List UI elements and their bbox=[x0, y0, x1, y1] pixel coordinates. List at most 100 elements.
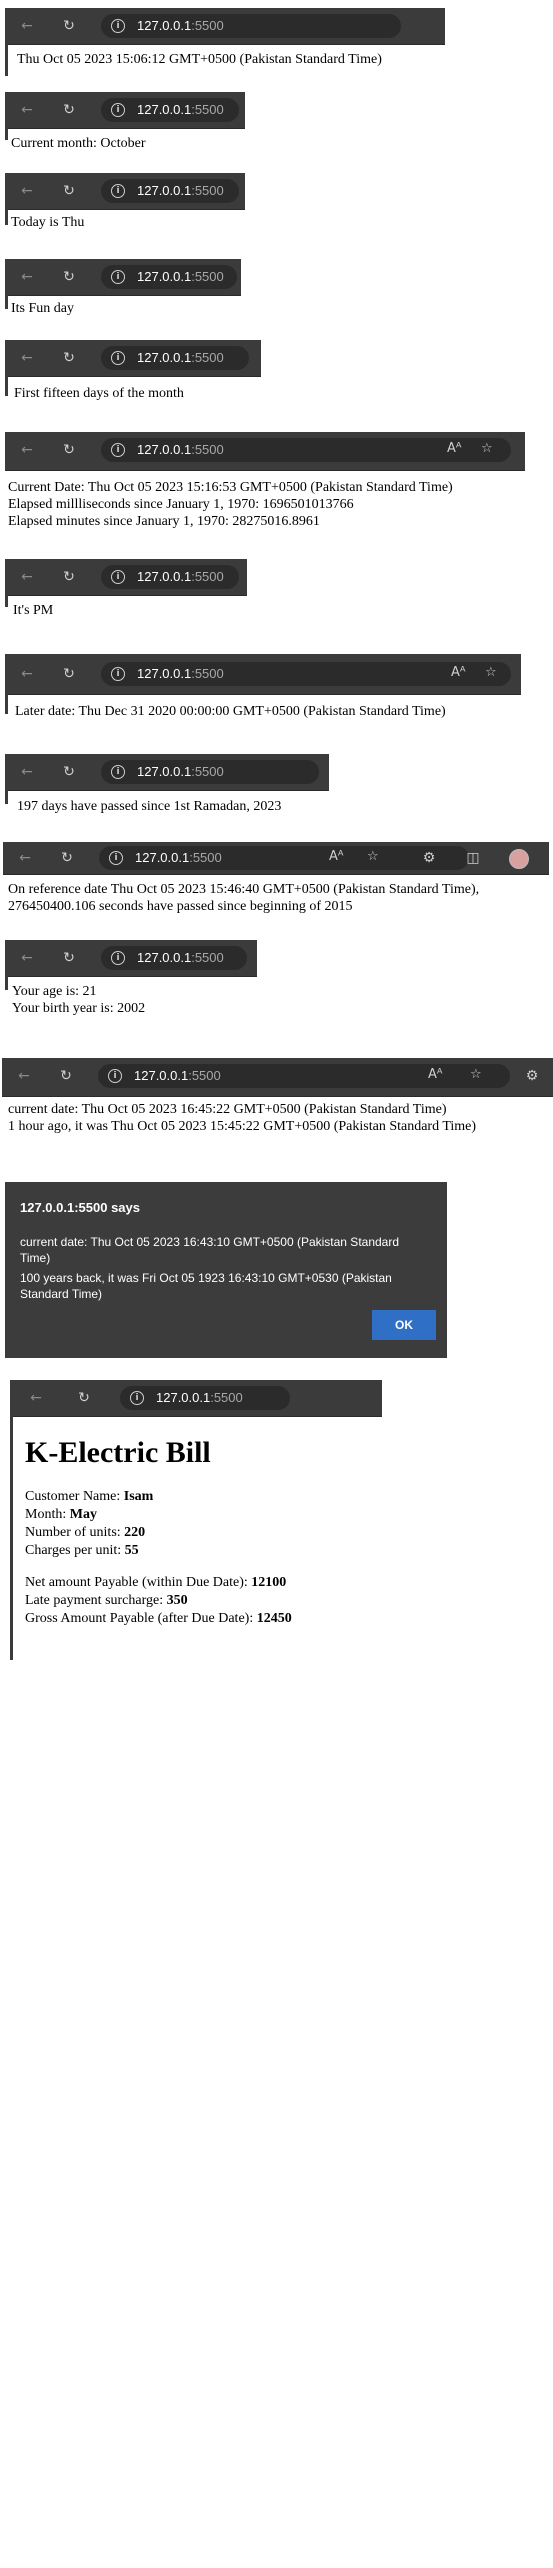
address-bar[interactable]: i 127.0.0.1:5500 bbox=[101, 265, 237, 289]
info-icon[interactable]: i bbox=[108, 1069, 122, 1083]
address-bar[interactable]: i 127.0.0.1:5500 bbox=[101, 179, 239, 203]
address-bar[interactable]: i 127.0.0.1:5500 Aᴬ ☆ bbox=[98, 1064, 510, 1088]
screenshot-fun-day: ← ↻ i 127.0.0.1:5500 Its Fun day bbox=[5, 259, 241, 325]
back-arrow-icon[interactable]: ← bbox=[19, 666, 35, 682]
dialog-message-line: current date: Thu Oct 05 2023 16:43:10 G… bbox=[20, 1235, 400, 1265]
info-icon[interactable]: i bbox=[111, 19, 125, 33]
late-surcharge-row: Late payment surcharge: 350 bbox=[25, 1592, 292, 1610]
read-aloud-icon[interactable]: Aᴬ bbox=[447, 441, 462, 456]
month-row: Month: May bbox=[25, 1506, 292, 1524]
output-line: Your age is: 21 bbox=[12, 984, 97, 999]
back-arrow-icon[interactable]: ← bbox=[19, 350, 35, 366]
extensions-icon[interactable]: ⚙ bbox=[421, 850, 437, 866]
star-icon[interactable]: ☆ bbox=[470, 1067, 482, 1082]
info-icon[interactable]: i bbox=[111, 570, 125, 584]
url-text: 127.0.0.1:5500 bbox=[137, 950, 224, 965]
output-line: 197 days have passed since 1st Ramadan, … bbox=[17, 799, 282, 814]
charges-value: 55 bbox=[124, 1543, 139, 1558]
screenshot-today: ← ↻ i 127.0.0.1:5500 Today is Thu bbox=[5, 173, 245, 239]
url-text: 127.0.0.1:5500 bbox=[156, 1390, 243, 1405]
reload-icon[interactable]: ↻ bbox=[61, 350, 77, 366]
dialog-title: 127.0.0.1:5500 says bbox=[20, 1200, 140, 1215]
url-text: 127.0.0.1:5500 bbox=[137, 183, 224, 198]
info-icon[interactable]: i bbox=[111, 351, 125, 365]
back-arrow-icon[interactable]: ← bbox=[28, 1390, 44, 1406]
reload-icon[interactable]: ↻ bbox=[61, 442, 77, 458]
address-bar[interactable]: i 127.0.0.1:5500 Aᴬ ☆ bbox=[99, 846, 469, 870]
url-text: 127.0.0.1:5500 bbox=[134, 1068, 221, 1083]
back-arrow-icon[interactable]: ← bbox=[19, 269, 35, 285]
read-aloud-icon[interactable]: Aᴬ bbox=[451, 665, 466, 680]
info-icon[interactable]: i bbox=[109, 851, 123, 865]
output-line: Current Date: Thu Oct 05 2023 15:16:53 G… bbox=[8, 480, 453, 495]
url-text: 127.0.0.1:5500 bbox=[137, 269, 224, 284]
url-text: 127.0.0.1:5500 bbox=[137, 442, 224, 457]
charges-label: Charges per unit: bbox=[25, 1543, 125, 1558]
back-arrow-icon[interactable]: ← bbox=[19, 764, 35, 780]
reload-icon[interactable]: ↻ bbox=[61, 183, 77, 199]
reload-icon[interactable]: ↻ bbox=[61, 569, 77, 585]
output-line: current date: Thu Oct 05 2023 16:45:22 G… bbox=[8, 1102, 447, 1117]
star-icon[interactable]: ☆ bbox=[485, 665, 497, 680]
read-aloud-icon[interactable]: Aᴬ bbox=[329, 849, 344, 864]
reload-icon[interactable]: ↻ bbox=[61, 666, 77, 682]
browser-toolbar: ← ↻ i 127.0.0.1:5500 bbox=[5, 8, 445, 45]
month-value: May bbox=[69, 1507, 97, 1522]
month-label: Month: bbox=[25, 1507, 70, 1522]
reload-icon[interactable]: ↻ bbox=[61, 950, 77, 966]
address-bar[interactable]: i 127.0.0.1:5500 bbox=[101, 760, 319, 784]
info-icon[interactable]: i bbox=[111, 443, 125, 457]
back-arrow-icon[interactable]: ← bbox=[17, 850, 33, 866]
back-arrow-icon[interactable]: ← bbox=[19, 102, 35, 118]
reload-icon[interactable]: ↻ bbox=[61, 764, 77, 780]
star-icon[interactable]: ☆ bbox=[481, 441, 493, 456]
back-arrow-icon[interactable]: ← bbox=[16, 1068, 32, 1084]
units-value: 220 bbox=[124, 1525, 146, 1540]
ok-button[interactable]: OK bbox=[372, 1310, 436, 1340]
address-bar[interactable]: i 127.0.0.1:5500 bbox=[101, 346, 249, 370]
back-arrow-icon[interactable]: ← bbox=[19, 18, 35, 34]
info-icon[interactable]: i bbox=[111, 951, 125, 965]
gross-amount-row: Gross Amount Payable (after Due Date): 1… bbox=[25, 1610, 292, 1628]
extensions-icon[interactable]: ⚙ bbox=[524, 1068, 540, 1084]
address-bar[interactable]: i 127.0.0.1:5500 bbox=[101, 14, 401, 38]
address-bar[interactable]: i 127.0.0.1:5500 Aᴬ ☆ bbox=[101, 662, 511, 686]
screenshot-date-now: ← ↻ i 127.0.0.1:5500 Thu Oct 05 2023 15:… bbox=[5, 8, 445, 76]
back-arrow-icon[interactable]: ← bbox=[19, 569, 35, 585]
output-line: First fifteen days of the month bbox=[14, 386, 184, 401]
browser-toolbar: ← ↻ i 127.0.0.1:5500 Aᴬ ☆ bbox=[5, 432, 525, 471]
info-icon[interactable]: i bbox=[111, 184, 125, 198]
screenshot-electric-bill: ← ↻ i 127.0.0.1:5500 K-Electric Bill Cus… bbox=[10, 1380, 382, 1660]
url-text: 127.0.0.1:5500 bbox=[137, 569, 224, 584]
info-icon[interactable]: i bbox=[111, 103, 125, 117]
reload-icon[interactable]: ↻ bbox=[61, 18, 77, 34]
address-bar[interactable]: i 127.0.0.1:5500 bbox=[120, 1386, 290, 1410]
read-aloud-icon[interactable]: Aᴬ bbox=[428, 1067, 443, 1082]
address-bar[interactable]: i 127.0.0.1:5500 bbox=[101, 565, 239, 589]
reload-icon[interactable]: ↻ bbox=[76, 1390, 92, 1406]
info-icon[interactable]: i bbox=[111, 667, 125, 681]
browser-toolbar: ← ↻ i 127.0.0.1:5500 Aᴬ ☆ bbox=[5, 654, 521, 695]
reload-icon[interactable]: ↻ bbox=[61, 102, 77, 118]
star-icon[interactable]: ☆ bbox=[367, 849, 379, 864]
net-amount-label: Net amount Payable (within Due Date): bbox=[25, 1575, 252, 1590]
browser-toolbar: ← ↻ i 127.0.0.1:5500 bbox=[10, 1380, 382, 1417]
avatar[interactable] bbox=[509, 849, 529, 869]
split-screen-icon[interactable]: ◫ bbox=[465, 850, 481, 866]
screenshot-first-fifteen: ← ↻ i 127.0.0.1:5500 First fifteen days … bbox=[5, 340, 261, 408]
info-icon[interactable]: i bbox=[111, 765, 125, 779]
reload-icon[interactable]: ↻ bbox=[61, 269, 77, 285]
output-line: Your birth year is: 2002 bbox=[12, 1001, 146, 1016]
back-arrow-icon[interactable]: ← bbox=[19, 183, 35, 199]
screenshot-later-date: ← ↻ i 127.0.0.1:5500 Aᴬ ☆ Later date: Th… bbox=[5, 654, 521, 734]
reload-icon[interactable]: ↻ bbox=[58, 1068, 74, 1084]
back-arrow-icon[interactable]: ← bbox=[19, 950, 35, 966]
info-icon[interactable]: i bbox=[111, 270, 125, 284]
reload-icon[interactable]: ↻ bbox=[59, 850, 75, 866]
address-bar[interactable]: i 127.0.0.1:5500 Aᴬ ☆ bbox=[101, 438, 511, 462]
url-text: 127.0.0.1:5500 bbox=[137, 18, 224, 33]
info-icon[interactable]: i bbox=[130, 1391, 144, 1405]
address-bar[interactable]: i 127.0.0.1:5500 bbox=[101, 946, 247, 970]
address-bar[interactable]: i 127.0.0.1:5500 bbox=[101, 98, 239, 122]
back-arrow-icon[interactable]: ← bbox=[19, 442, 35, 458]
